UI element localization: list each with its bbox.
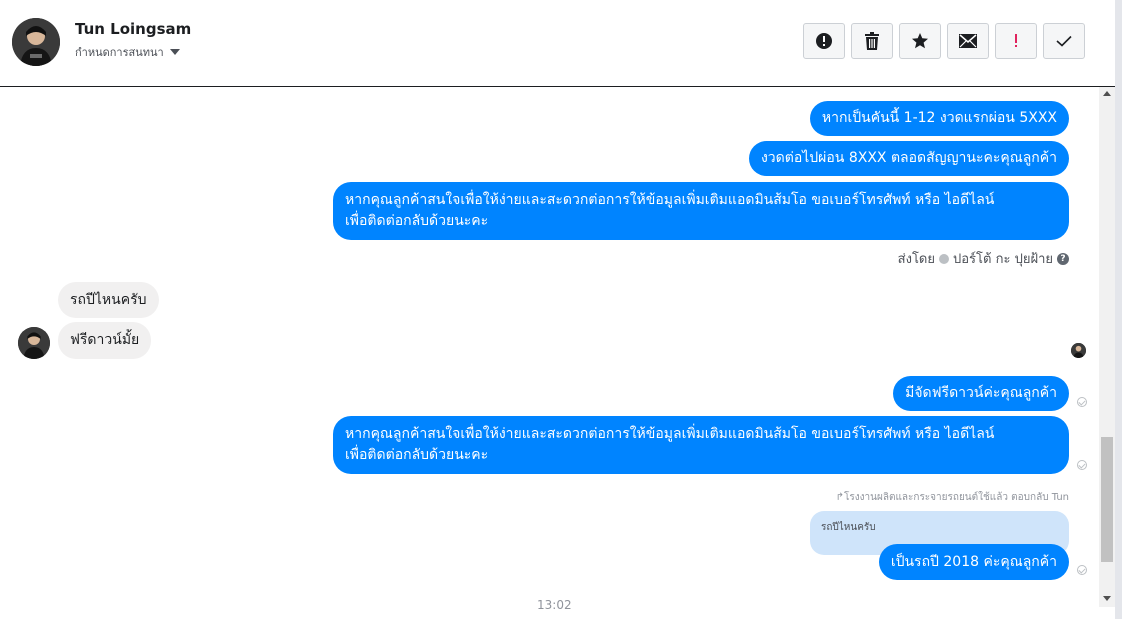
exclamation-icon [1015,34,1017,47]
delivered-check-icon [1077,460,1087,470]
read-receipt-avatar [1071,343,1086,358]
help-icon[interactable]: ? [1057,252,1069,265]
message-line: เพื่อติดต่อกลับด้วยนะคะ [345,213,489,229]
alert-circle-icon [816,33,832,49]
reply-context: ↱โรงงานผลิตและกระจายรถยนต์ใช้แล้ว ตอบกลั… [836,490,1069,505]
caret-down-icon [169,49,180,55]
message-outgoing[interactable]: หากคุณลูกค้าสนใจเพื่อให้ง่ายและสะดวกต่อก… [333,416,1069,474]
sent-by-label: ส่งโดย [897,252,935,267]
window-edge [1115,0,1122,619]
check-icon [1056,35,1072,47]
message-incoming[interactable]: ฟรีดาวน์มั้ย [58,322,152,359]
mark-unread-button[interactable] [947,23,989,59]
message-outgoing[interactable]: หากคุณลูกค้าสนใจเพื่อให้ง่ายและสะดวกต่อก… [333,182,1069,240]
contact-name[interactable]: Tun Loingsam [75,20,191,38]
conversation-options-label: กำหนดการสนทนา [75,46,164,59]
scroll-down-arrow-icon[interactable] [1103,596,1111,601]
scrollbar[interactable] [1099,87,1115,607]
message-line: เพื่อติดต่อกลับด้วยนะคะ [345,447,489,463]
message-outgoing[interactable]: เป็นรถปี 2018 ค่ะคุณลูกค้า [878,544,1069,580]
message-outgoing[interactable]: มีจัดฟรีดาวน์ค่ะคุณลูกค้า [893,376,1069,411]
message-outgoing[interactable]: งวดต่อไปผ่อน 8XXX ตลอดสัญญานะคะคุณลูกค้า [748,141,1069,176]
reply-context-text: โรงงานผลิตและกระจายรถยนต์ใช้แล้ว ตอบกลับ… [844,492,1069,503]
sent-by-name: ปอร์โต้ กะ ปุยฝ้าย [953,252,1053,267]
message-line: หากคุณลูกค้าสนใจเพื่อให้ง่ายและสะดวกต่อก… [345,426,995,442]
star-icon [912,33,928,49]
delete-button[interactable] [851,23,893,59]
delivered-check-icon [1077,565,1087,575]
follow-up-button[interactable] [995,23,1037,59]
scroll-up-arrow-icon[interactable] [1103,91,1111,96]
sent-by-info: ส่งโดย ปอร์โต้ กะ ปุยฝ้าย ? [898,248,1069,269]
conversation-header: Tun Loingsam กำหนดการสนทนา [0,0,1115,87]
star-button[interactable] [899,23,941,59]
trash-icon [865,32,879,50]
message-line: หากคุณลูกค้าสนใจเพื่อให้ง่ายและสะดวกต่อก… [345,192,995,208]
scrollbar-thumb[interactable] [1101,437,1113,562]
action-toolbar [803,23,1085,59]
message-outgoing[interactable]: หากเป็นคันนี้ 1-12 งวดแรกผ่อน 5XXX [809,101,1069,136]
timestamp-divider: 13:02 [537,598,572,612]
reply-arrow-icon: ↱ [835,492,844,503]
spam-button[interactable] [803,23,845,59]
mark-done-button[interactable] [1043,23,1085,59]
contact-avatar[interactable] [12,18,60,66]
contact-avatar-small[interactable] [18,327,50,359]
envelope-icon [959,34,977,48]
delivered-check-icon [1077,397,1087,407]
conversation-options[interactable]: กำหนดการสนทนา [75,43,180,61]
message-incoming[interactable]: รถปีไหนครับ [58,282,159,318]
verified-icon [939,253,949,264]
